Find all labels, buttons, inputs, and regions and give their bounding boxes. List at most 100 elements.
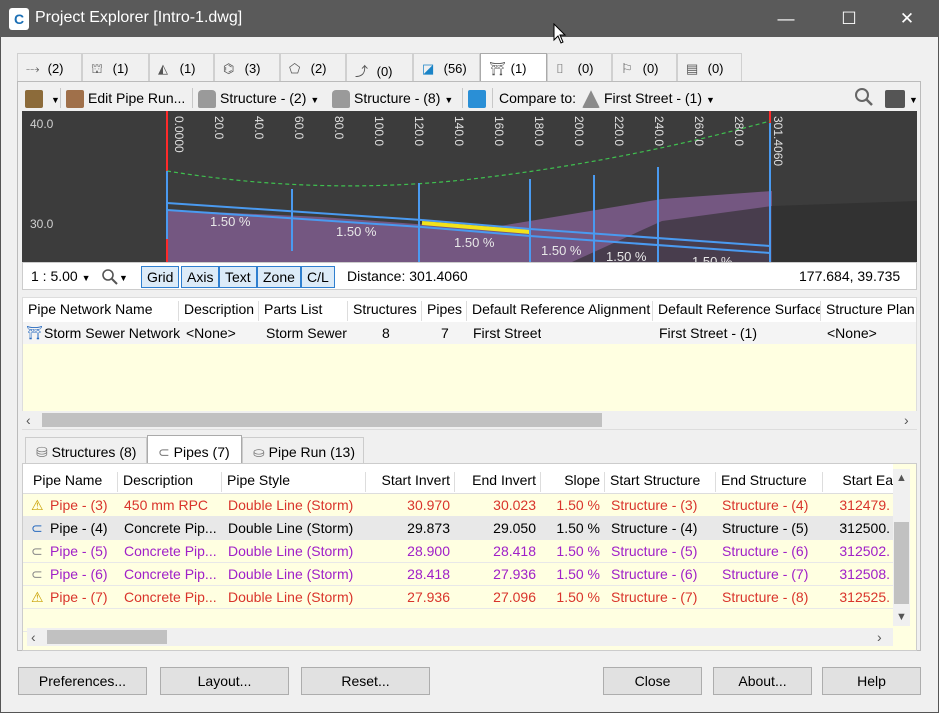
col-default-reference-alignment[interactable]: Default Reference Alignment (467, 301, 653, 321)
scroll-right-icon[interactable]: › (877, 628, 882, 646)
table-cell: 30.023 (493, 497, 536, 513)
profile-icon: ◭ (158, 61, 168, 76)
table-cell: 28.418 (407, 566, 450, 582)
col-default-reference-surface[interactable]: Default Reference Surface (653, 301, 821, 321)
scrollbar-thumb[interactable] (47, 630, 167, 644)
col-description[interactable]: Description (179, 301, 259, 321)
network-options-button[interactable]: ▼ (25, 87, 60, 109)
col-structure-plan[interactable]: Structure Plan L (821, 301, 916, 321)
col-pipe-style[interactable]: Pipe Style (222, 472, 366, 492)
col-end-invert[interactable]: End Invert (455, 472, 541, 492)
station-label: 160.0 (492, 116, 506, 146)
col-end-structure[interactable]: End Structure (716, 472, 823, 492)
scroll-up-icon[interactable]: ▲ (896, 472, 907, 484)
table-row[interactable]: ⛩ Storm Sewer Network <None> Storm Sewer… (23, 322, 916, 344)
table-cell: Double Line (Storm) (228, 497, 354, 513)
tab-profiles[interactable]: ◭ (1) (149, 53, 214, 82)
chevron-down-icon: ▼ (706, 95, 715, 105)
table-row[interactable]: ⊂ Pipe - (4) Concrete Pip... Double Line (S… (23, 517, 893, 540)
col-start-structure[interactable]: Start Structure (605, 472, 716, 492)
pipes-table: Pipe Name Description Pipe Style Start I… (22, 463, 917, 651)
table-cell: 312479. (839, 497, 890, 513)
table-cell: 29.873 (407, 520, 450, 536)
tab-pipe-run[interactable]: ⛀ Pipe Run (13) (242, 437, 364, 464)
col-slope[interactable]: Slope (541, 472, 605, 492)
end-structure-dropdown[interactable]: Structure - (8) ▼ (332, 87, 453, 109)
pipes-vertical-scrollbar[interactable]: ▲ ▼ (893, 469, 910, 626)
table-cell: Concrete Pip... (124, 543, 217, 559)
tab-parcels[interactable]: ⚐ (0) (612, 53, 677, 82)
start-structure-dropdown[interactable]: Structure - (2) ▼ (198, 87, 319, 109)
tab-alignments[interactable]: ⤏ (2) (17, 53, 82, 82)
col-pipe-name[interactable]: Pipe Name (28, 472, 118, 492)
tab-sections[interactable]: ◪ (56) (413, 53, 480, 82)
help-button[interactable]: Help (822, 667, 921, 695)
tab-pressure-networks[interactable]: ⌷ (0) (547, 53, 612, 82)
pipe-icon: ⊂ (158, 444, 170, 460)
layout-button[interactable]: Layout... (160, 667, 289, 695)
view-options-button[interactable]: ▼ (885, 87, 918, 109)
scroll-left-icon[interactable]: ‹ (26, 411, 31, 429)
close-window-button[interactable]: ✕ (884, 0, 930, 37)
grid-horizontal-scrollbar[interactable]: ‹ › (22, 411, 917, 429)
close-button[interactable]: Close (603, 667, 702, 695)
scroll-down-icon[interactable]: ▼ (896, 611, 907, 623)
tab-structures[interactable]: ⛁ Structures (8) (25, 437, 147, 464)
slope-label: 1.50 % (541, 243, 582, 258)
about-button[interactable]: About... (713, 667, 812, 695)
table-cell: Double Line (Storm) (228, 520, 354, 536)
col-description[interactable]: Description (118, 472, 222, 492)
distance-readout: Distance: 301.4060 (347, 268, 468, 284)
tab-pipe-networks[interactable]: ⛩ (1) (480, 53, 547, 83)
tab-surfaces[interactable]: ⬠ (2) (280, 53, 346, 82)
table-cell: Structure - (3) (611, 497, 698, 513)
tab-sample-lines[interactable]: ⤴ (0) (346, 53, 413, 82)
preferences-button[interactable]: Preferences... (18, 667, 147, 695)
zoom-button[interactable] (854, 87, 874, 109)
tab-corridors[interactable]: ⛫ (1) (82, 53, 149, 82)
maximize-button[interactable]: ☐ (826, 0, 872, 37)
station-label: 240.0 (652, 116, 666, 146)
pipe-icon: ⊂ (31, 543, 43, 559)
table-cell: 312502. (839, 543, 890, 559)
col-start-invert[interactable]: Start Invert (366, 472, 455, 492)
table-cell: 450 mm RPC (124, 497, 209, 513)
grid-toggle[interactable]: Grid (141, 266, 180, 288)
table-row[interactable]: ⚠ Pipe - (7) Concrete Pip... Double Line (S… (23, 586, 893, 609)
chevron-down-icon: ▼ (81, 273, 91, 283)
axis-toggle[interactable]: Axis (181, 266, 220, 288)
tab-sheets[interactable]: ▤ (0) (677, 53, 742, 82)
table-cell: Pipe - (4) (50, 520, 108, 536)
edit-pipe-run-button[interactable]: Edit Pipe Run... (66, 87, 185, 109)
zoom-dropdown[interactable]: ▼ (101, 266, 128, 288)
table-cell: Concrete Pip... (124, 589, 217, 605)
centerline-toggle[interactable]: C/L (301, 266, 335, 288)
pipes-horizontal-scrollbar[interactable]: ‹ › (27, 628, 893, 646)
compare-to-label: Compare to: (499, 90, 577, 106)
scroll-right-icon[interactable]: › (904, 411, 909, 429)
profile-view[interactable]: 0.0000 20.0 40.0 60.0 80.0 100.0 120.0 140.0 160… (22, 111, 917, 262)
scale-dropdown[interactable]: 1 : 5.00 ▼ (31, 266, 91, 288)
col-parts-list[interactable]: Parts List (259, 301, 348, 321)
col-structures[interactable]: Structures (348, 301, 422, 321)
parcel-icon: ⚐ (621, 61, 633, 76)
reset-button[interactable]: Reset... (301, 667, 430, 695)
unlock-button[interactable] (468, 87, 490, 109)
compare-to-dropdown[interactable]: First Street - (1) ▼ (582, 87, 715, 109)
table-row[interactable]: ⊂ Pipe - (6) Concrete Pip... Double Line (S… (23, 563, 893, 586)
text-toggle[interactable]: Text (219, 266, 257, 288)
col-pipe-network-name[interactable]: Pipe Network Name (23, 301, 179, 321)
scrollbar-thumb[interactable] (42, 413, 602, 427)
tab-assemblies[interactable]: ⌬ (3) (214, 53, 280, 82)
title-bar: C Project Explorer [Intro-1.dwg] — ☐ ✕ (0, 0, 939, 37)
table-row[interactable]: ⚠ Pipe - (3) 450 mm RPC Double Line (Storm)… (23, 494, 893, 517)
col-pipes[interactable]: Pipes (422, 301, 467, 321)
table-row[interactable]: ⊂ Pipe - (5) Concrete Pip... Double Line (S… (23, 540, 893, 563)
scrollbar-thumb[interactable] (894, 522, 909, 604)
scroll-left-icon[interactable]: ‹ (31, 628, 36, 646)
station-label: 280.0 (732, 116, 746, 146)
col-start-easting[interactable]: Start Ea (823, 472, 893, 492)
minimize-button[interactable]: — (763, 0, 809, 37)
tab-pipes[interactable]: ⊂ Pipes (7) (147, 435, 242, 463)
zone-toggle[interactable]: Zone (257, 266, 301, 288)
